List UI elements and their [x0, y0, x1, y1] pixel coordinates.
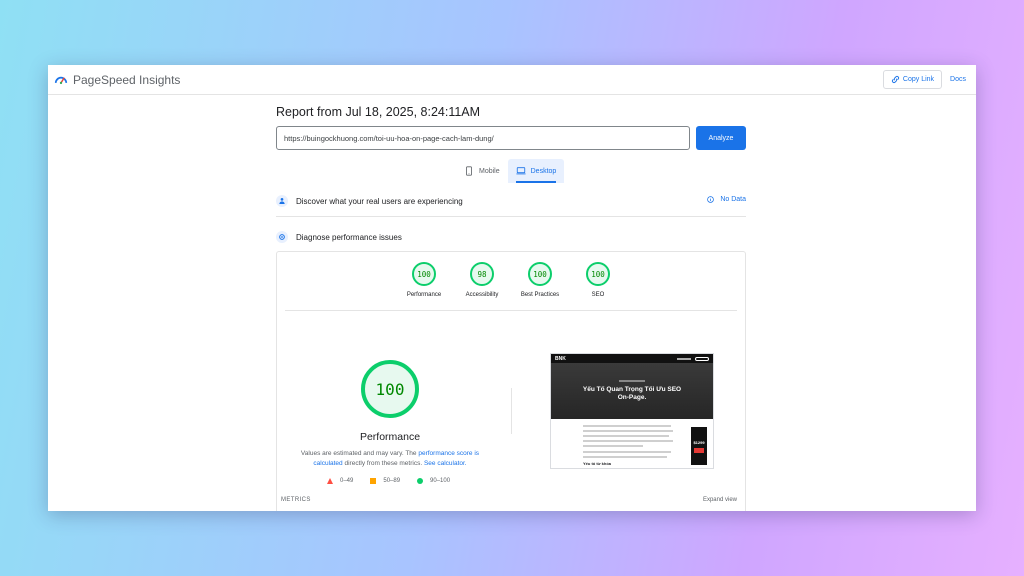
thumbnail-navbar: BNK	[551, 354, 713, 363]
text-line	[583, 440, 673, 442]
metrics-label: METRICS	[281, 497, 311, 503]
url-input[interactable]: https://buingockhuong.com/toi-uu-hoa-on-…	[276, 126, 690, 150]
report-title: Report from Jul 18, 2025, 8:24:11AM	[276, 105, 481, 119]
gauge-best-practices-label: Best Practices	[520, 292, 560, 298]
link-icon	[891, 75, 899, 84]
performance-description: Values are estimated and may vary. The p…	[299, 449, 481, 469]
thumbnail-nav-link	[677, 357, 691, 360]
copy-link-label: Copy Link	[902, 76, 935, 83]
users-section-icon	[276, 195, 288, 207]
browser-window: PageSpeed Insights Copy Link Docs Report…	[48, 65, 976, 511]
gauge-performance[interactable]: 100 Performance	[395, 262, 453, 298]
tab-mobile[interactable]: Mobile	[456, 159, 508, 183]
gauge-accessibility-label: Accessibility	[465, 292, 499, 298]
triangle-icon	[327, 478, 333, 484]
real-users-heading: Discover what your real users are experi…	[296, 196, 463, 206]
desc-mid: directly from these metrics.	[344, 460, 423, 467]
score-gauges: 100 Performance 98 Accessibility 100 Bes…	[395, 262, 627, 298]
gauge-best-practices-score: 100	[528, 262, 552, 286]
gauge-seo[interactable]: 100 SEO	[569, 262, 627, 298]
mobile-icon	[466, 166, 472, 176]
card-divider	[285, 310, 737, 311]
score-legend: 0–49 50–89 90–100	[327, 478, 467, 484]
legend-average-range: 50–89	[383, 478, 401, 484]
legend-pass-range: 90–100	[430, 478, 451, 484]
analyze-button[interactable]: Analyze	[696, 126, 746, 150]
app-header: PageSpeed Insights Copy Link Docs	[48, 65, 976, 95]
docs-link[interactable]: Docs	[950, 76, 966, 83]
text-line	[583, 435, 669, 437]
text-line	[583, 445, 643, 447]
thumbnail-body: Yếu tố từ khóa $1299	[551, 419, 713, 466]
gauge-performance-score: 100	[412, 262, 436, 286]
see-calculator-link[interactable]: See calculator.	[424, 460, 467, 467]
info-icon	[707, 196, 715, 203]
app-title: PageSpeed Insights	[73, 72, 181, 87]
thumbnail-logo: BNK	[555, 355, 566, 362]
real-users-section: Discover what your real users are experi…	[276, 191, 746, 211]
performance-big-gauge: 100	[361, 360, 419, 418]
thumbnail-hero: Yếu Tố Quan Trọng Tối Ưu SEO On-Page.	[551, 363, 713, 419]
text-line	[583, 430, 673, 432]
gauge-accessibility[interactable]: 98 Accessibility	[453, 262, 511, 298]
square-icon	[370, 478, 377, 484]
gauge-performance-label: Performance	[406, 292, 442, 298]
page-screenshot-thumbnail[interactable]: BNK Yếu Tố Quan Trọng Tối Ưu SEO On-Page…	[550, 353, 714, 469]
thumbnail-hero-title: Yếu Tố Quan Trọng Tối Ưu SEO On-Page.	[582, 386, 682, 401]
gauge-accessibility-score: 98	[470, 262, 494, 286]
thumbnail-ad: $1299	[691, 427, 707, 465]
thumbnail-breadcrumb	[619, 380, 645, 382]
desktop-icon	[516, 167, 526, 175]
text-line	[583, 425, 671, 427]
thumbnail-ad-badge	[694, 447, 704, 453]
gauge-best-practices[interactable]: 100 Best Practices	[511, 262, 569, 298]
diagnose-section: Diagnose performance issues	[276, 227, 746, 247]
section-divider	[276, 216, 746, 217]
thumbnail-ad-price: $1299	[693, 439, 705, 445]
device-tabs: Mobile Desktop	[456, 159, 565, 183]
legend-pass: 90–100	[417, 478, 450, 484]
tab-desktop-label: Desktop	[530, 167, 557, 175]
copy-link-button[interactable]: Copy Link	[882, 70, 943, 89]
legend-average: 50–89	[370, 478, 400, 484]
pagespeed-logo-icon	[54, 76, 68, 84]
diagnose-section-icon	[276, 231, 288, 243]
vertical-separator	[511, 388, 512, 434]
tab-mobile-label: Mobile	[479, 167, 500, 175]
no-data-label: No Data	[720, 196, 746, 203]
circle-icon	[417, 478, 424, 484]
text-line	[583, 451, 671, 453]
performance-title: Performance	[359, 431, 421, 443]
diagnose-heading: Diagnose performance issues	[296, 232, 402, 242]
text-line	[583, 456, 667, 458]
report-card: 100 Performance 98 Accessibility 100 Bes…	[276, 251, 746, 511]
legend-fail: 0–49	[327, 478, 353, 484]
desc-prefix: Values are estimated and may vary. The	[300, 450, 417, 457]
gauge-seo-label: SEO	[591, 292, 605, 298]
gauge-seo-score: 100	[586, 262, 610, 286]
tab-desktop[interactable]: Desktop	[507, 159, 565, 183]
thumbnail-nav-button	[695, 356, 709, 361]
legend-fail-range: 0–49	[340, 478, 354, 484]
expand-view-button[interactable]: Expand view	[703, 497, 737, 503]
no-data-link[interactable]: No Data	[707, 196, 746, 203]
